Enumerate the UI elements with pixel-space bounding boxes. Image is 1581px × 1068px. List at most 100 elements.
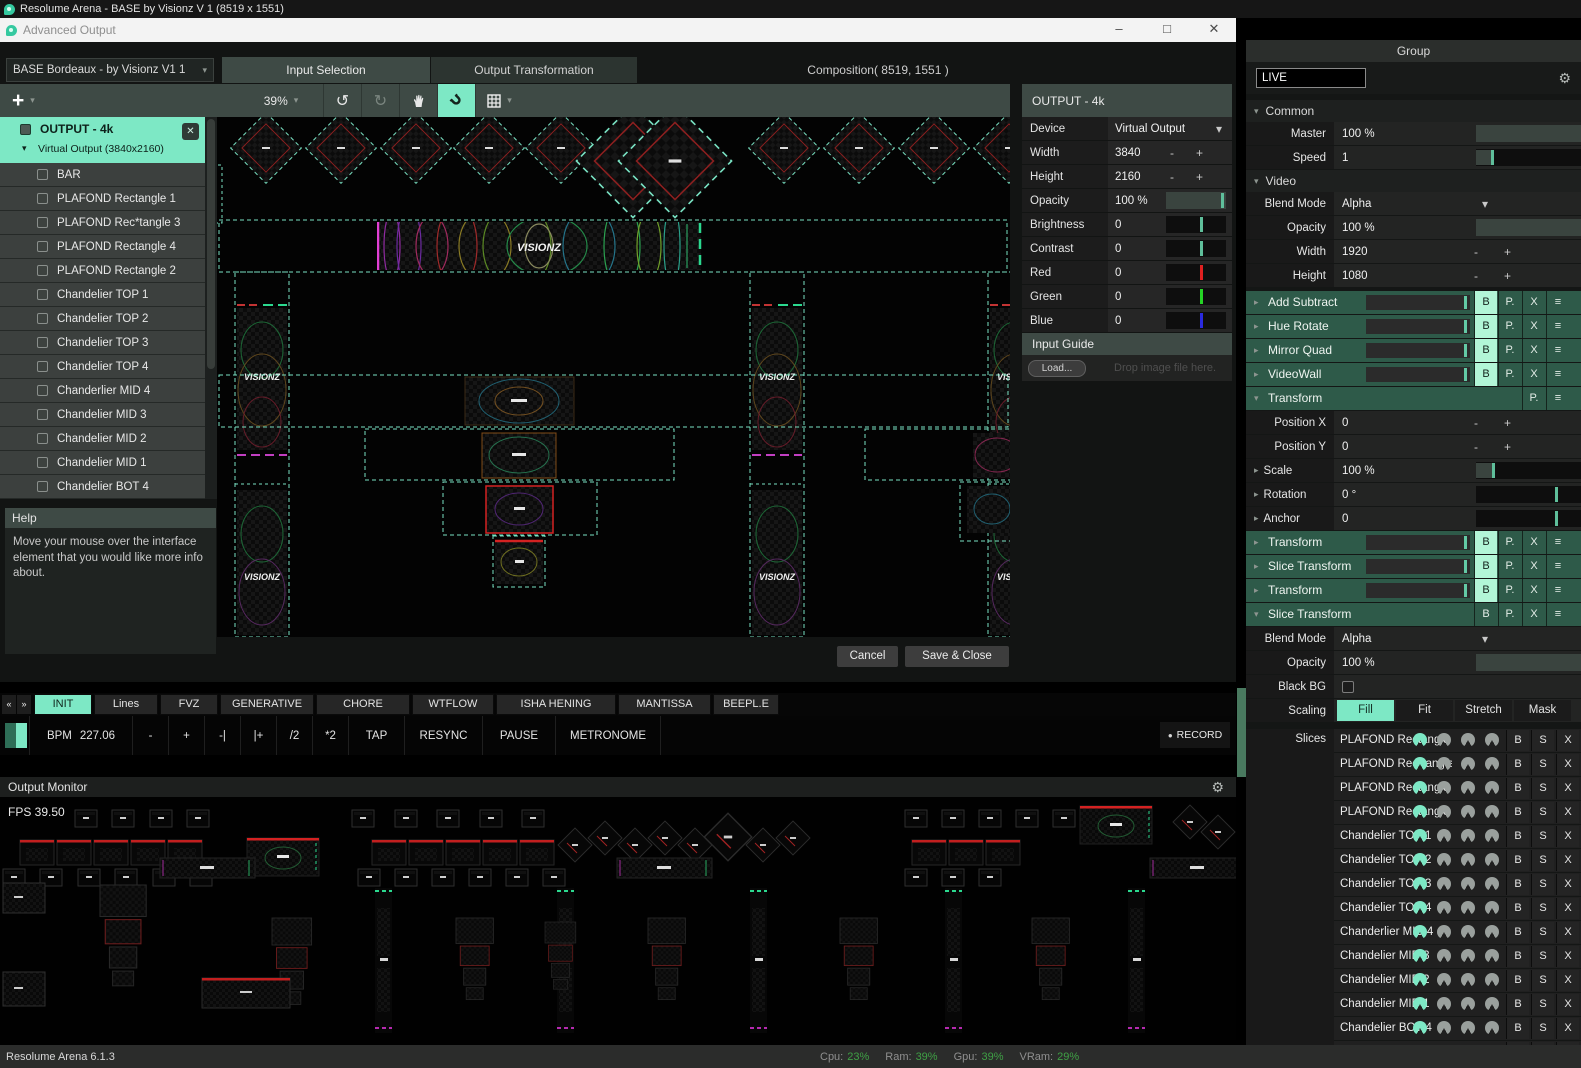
rotate-icon[interactable] <box>1437 949 1451 963</box>
rotate-ccw-icon[interactable] <box>1461 757 1475 771</box>
slice-list-scrollbar[interactable] <box>205 117 217 499</box>
slice-list-item[interactable]: Chandelier TOP 4 <box>0 355 205 379</box>
slice-list-item[interactable]: PLAFOND Rectangle 1 <box>0 187 205 211</box>
video-height-row[interactable]: Height 1080-+ <box>1246 264 1581 287</box>
slice-list-item[interactable]: Chandelier TOP 2 <box>0 307 205 331</box>
solo-button[interactable]: S <box>1531 850 1554 871</box>
rotate-icon[interactable] <box>1437 757 1451 771</box>
rotate-cw-icon[interactable] <box>1485 973 1499 987</box>
effect-videowall[interactable]: VideoWall B P. X <box>1246 363 1581 386</box>
cancel-button[interactable]: Cancel <box>837 646 898 667</box>
height-value[interactable]: 1080 <box>1342 270 1368 282</box>
slice-transform-row[interactable]: PLAFOND Rec*tangle 3 B S X <box>1334 753 1581 776</box>
scaling-fill-button[interactable]: Fill <box>1337 700 1394 721</box>
load-button[interactable]: Load... <box>1028 360 1086 377</box>
remove-button[interactable]: X <box>1556 994 1579 1015</box>
effect-mix-slider[interactable] <box>1366 583 1470 598</box>
params-button[interactable]: P. <box>1498 315 1521 338</box>
slice-list-item[interactable]: Chandelier MID 3 <box>0 403 205 427</box>
brightness-value[interactable]: 0 <box>1115 219 1121 231</box>
nudge-down-button[interactable]: -| <box>205 716 241 755</box>
bpm-minus-button[interactable]: - <box>133 716 169 755</box>
remove-button[interactable]: X <box>1522 363 1545 386</box>
decrement-button[interactable]: - <box>1474 245 1478 259</box>
redo-button[interactable] <box>361 84 399 117</box>
pause-button[interactable]: PAUSE <box>483 716 556 755</box>
contrast-row[interactable]: Contrast 0 <box>1022 237 1232 260</box>
gear-icon[interactable] <box>1558 70 1571 87</box>
rotate-active-icon[interactable] <box>1413 781 1427 795</box>
rotate-active-icon[interactable] <box>1413 973 1427 987</box>
st-opacity-row[interactable]: Opacity 100 % <box>1246 651 1581 674</box>
expand-icon[interactable] <box>1254 513 1259 524</box>
rotate-cw-icon[interactable] <box>1485 997 1499 1011</box>
rotate-cw-icon[interactable] <box>1485 733 1499 747</box>
bypass-button[interactable]: B <box>1506 802 1529 823</box>
decrement-button[interactable]: - <box>1170 146 1174 160</box>
slice-transform-row[interactable]: Chanderlier MID 4 B S X <box>1334 921 1581 944</box>
slice-checkbox[interactable] <box>37 169 48 180</box>
rotate-active-icon[interactable] <box>1413 901 1427 915</box>
slice-transform-row[interactable]: Chandelier MID 2 B S X <box>1334 969 1581 992</box>
scaling-fit-button[interactable]: Fit <box>1396 700 1453 721</box>
collapse-icon[interactable] <box>1254 387 1259 410</box>
slice-transform-row[interactable]: Chandelier BOT 4 B S X <box>1334 1017 1581 1040</box>
width-value[interactable]: 1920 <box>1342 246 1368 258</box>
remove-button[interactable]: X <box>1556 874 1579 895</box>
increment-button[interactable]: + <box>1504 269 1511 283</box>
solo-button[interactable]: S <box>1531 754 1554 775</box>
rotate-ccw-icon[interactable] <box>1461 973 1475 987</box>
solo-button[interactable]: S <box>1531 1018 1554 1039</box>
params-button[interactable]: P. <box>1498 579 1521 602</box>
width-row[interactable]: Width 3840-+ <box>1022 141 1232 164</box>
collapse-icon[interactable] <box>1254 603 1259 626</box>
remove-button[interactable]: X <box>1556 754 1579 775</box>
expand-icon[interactable] <box>1254 465 1259 476</box>
expand-icon[interactable] <box>1254 531 1259 554</box>
solo-button[interactable]: S <box>1531 946 1554 967</box>
opacity-value[interactable]: 100 % <box>1342 657 1375 669</box>
rotate-ccw-icon[interactable] <box>1461 853 1475 867</box>
master-row[interactable]: Master 100 % <box>1246 122 1581 145</box>
pan-hand-button[interactable] <box>399 84 437 117</box>
slice-transform-row[interactable]: Chandelier TOP 2 B S X <box>1334 849 1581 872</box>
expand-icon[interactable] <box>1254 489 1259 500</box>
green-slider[interactable] <box>1166 288 1226 305</box>
slice-transform-row[interactable]: PLAFOND Rectangle 4 B S X <box>1334 777 1581 800</box>
green-row[interactable]: Green 0 <box>1022 285 1232 308</box>
rotate-ccw-icon[interactable] <box>1461 949 1475 963</box>
slice-transform-row[interactable]: Chandelier TOP 1 B S X <box>1334 825 1581 848</box>
params-button[interactable]: P. <box>1498 291 1521 314</box>
bypass-button[interactable]: B <box>1474 339 1497 362</box>
rotate-cw-icon[interactable] <box>1485 925 1499 939</box>
height-row[interactable]: Height 2160-+ <box>1022 165 1232 188</box>
deck-tab-generative[interactable]: GENERATIVE <box>220 694 314 715</box>
advanced-output-titlebar[interactable]: Advanced Output <box>0 18 1236 42</box>
rotate-ccw-icon[interactable] <box>1461 733 1475 747</box>
bpm-plus-button[interactable]: + <box>169 716 205 755</box>
bpm-double-button[interactable]: *2 <box>313 716 349 755</box>
rotate-icon[interactable] <box>1437 805 1451 819</box>
blue-row[interactable]: Blue 0 <box>1022 309 1232 332</box>
remove-button[interactable]: X <box>1522 531 1545 554</box>
rotate-ccw-icon[interactable] <box>1461 781 1475 795</box>
prev-deck-button[interactable]: « <box>2 695 16 714</box>
slice-checkbox[interactable] <box>37 361 48 372</box>
rotate-active-icon[interactable] <box>1413 805 1427 819</box>
rotate-active-icon[interactable] <box>1413 853 1427 867</box>
menu-icon[interactable] <box>1546 579 1569 602</box>
bypass-button[interactable]: B <box>1506 730 1529 751</box>
deck-tab-mantissa[interactable]: MANTISSA <box>618 694 711 715</box>
grid-options-button[interactable] <box>475 84 523 117</box>
slice-checkbox[interactable] <box>37 217 48 228</box>
scale-row[interactable]: Scale 100 % <box>1246 459 1581 482</box>
slice-checkbox[interactable] <box>37 313 48 324</box>
rotate-icon[interactable] <box>1437 1021 1451 1035</box>
contrast-slider[interactable] <box>1166 240 1226 257</box>
width-value[interactable]: 3840 <box>1115 147 1141 159</box>
params-button[interactable]: P. <box>1498 603 1521 626</box>
increment-button[interactable]: + <box>1196 146 1203 160</box>
rotate-ccw-icon[interactable] <box>1461 877 1475 891</box>
output-monitor-header[interactable]: Output Monitor <box>0 777 1236 797</box>
rotate-cw-icon[interactable] <box>1485 949 1499 963</box>
